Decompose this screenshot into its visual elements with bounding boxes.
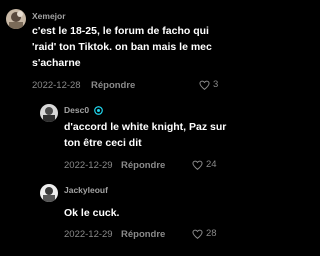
avatar[interactable] <box>40 184 58 202</box>
comment-date: 2022-12-29 <box>64 229 113 240</box>
comments-panel: { "comments": [ { "username": "Xemejor",… <box>0 0 244 256</box>
like-count: 24 <box>206 159 217 170</box>
comment-text: Ok le cuck. <box>64 207 120 219</box>
avatar[interactable] <box>6 9 26 29</box>
comment-date: 2022-12-28 <box>32 80 81 91</box>
heart-outline-icon <box>199 80 210 90</box>
comment-text: d'accord le white knight, Paz sur ton êt… <box>64 121 227 149</box>
reply-item: Desc0 d'accord le white knight, Paz sur … <box>0 98 244 178</box>
like-button[interactable]: 24 <box>192 159 217 170</box>
heart-outline-icon <box>192 160 203 170</box>
comment-username-text: Desc0 <box>64 105 90 115</box>
reply-item: Jackyleouf Ok le cuck. 2022-12-29 Répond… <box>0 178 244 256</box>
reply-button[interactable]: Répondre <box>121 229 165 240</box>
comment-date: 2022-12-29 <box>64 160 113 171</box>
like-count: 3 <box>213 79 219 90</box>
verified-badge-icon <box>94 106 104 116</box>
like-button[interactable]: 3 <box>199 79 218 90</box>
comment-text: c'est le 18-25, le forum de facho qui 'r… <box>32 25 212 69</box>
like-count: 28 <box>206 228 217 239</box>
reply-button[interactable]: Répondre <box>121 160 165 171</box>
like-button[interactable]: 28 <box>192 228 217 239</box>
comment-username[interactable]: Desc0 <box>64 105 104 116</box>
comment-username[interactable]: Jackyleouf <box>64 185 108 195</box>
comment-username[interactable]: Xemejor <box>32 11 66 21</box>
reply-button[interactable]: Répondre <box>91 80 135 91</box>
heart-outline-icon <box>192 229 203 239</box>
comment-item: Xemejor c'est le 18-25, le forum de fach… <box>0 0 244 98</box>
avatar[interactable] <box>40 104 58 122</box>
